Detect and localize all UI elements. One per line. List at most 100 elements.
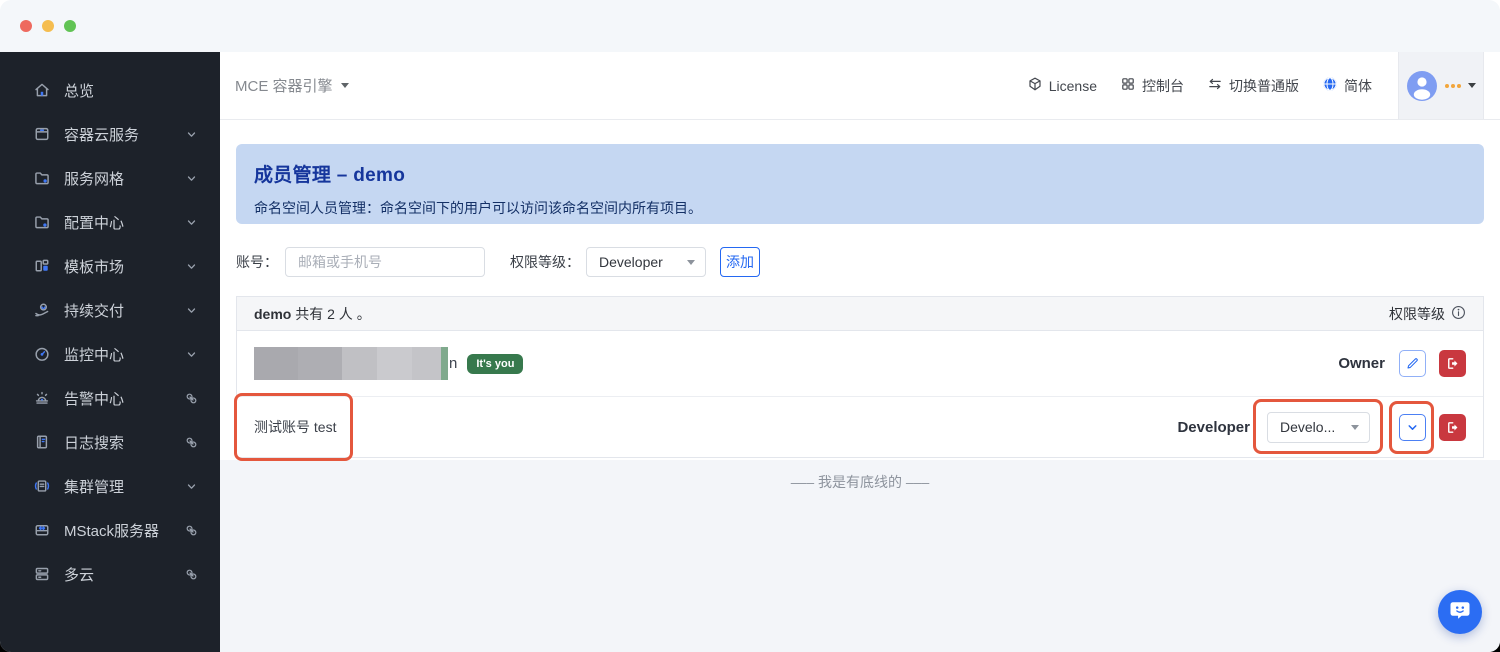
chevron-down-icon: [185, 172, 198, 185]
ellipsis-icon: [1444, 83, 1461, 88]
sidebar-item-label: 告警中心: [64, 390, 125, 408]
info-icon[interactable]: [1451, 305, 1466, 323]
sidebar-item-label: 总览: [64, 82, 95, 100]
role-label: 权限等级：: [510, 254, 580, 270]
folder-gear-icon: [33, 213, 51, 231]
sidebar: 总览 容器云服务 服务网格 配置中心 模板市场 持续交付 监控中心 告警中心 日…: [0, 52, 220, 652]
account-label: 账号：: [236, 254, 278, 270]
remove-member-button[interactable]: [1439, 413, 1466, 441]
sidebar-item-label: 多云: [64, 566, 95, 584]
select-caret-icon: [687, 259, 695, 265]
chevron-down-icon: [340, 83, 349, 88]
console-label: 控制台: [1142, 77, 1184, 94]
member-role-select[interactable]: Develo...: [1267, 411, 1370, 443]
main-content: 成员管理 – demo 命名空间人员管理：命名空间下的用户可以访问该命名空间内所…: [220, 120, 1500, 652]
page-banner: 成员管理 – demo 命名空间人员管理：命名空间下的用户可以访问该命名空间内所…: [236, 144, 1484, 224]
page-subtitle: 命名空间人员管理：命名空间下的用户可以访问该命名空间内所有项目。: [254, 200, 702, 216]
product-switcher-label: MCE 容器引擎: [235, 78, 333, 95]
external-link-icon: [185, 436, 198, 449]
member-name-fragment: n: [449, 355, 458, 372]
sidebar-item-label: 日志搜索: [64, 434, 125, 452]
license-button[interactable]: License: [1027, 76, 1097, 95]
edit-role-button[interactable]: [1399, 350, 1426, 377]
swap-arrows-icon: [1207, 76, 1223, 95]
delivery-hand-icon: [33, 301, 51, 319]
namespace-name: demo: [254, 305, 292, 322]
sidebar-item-config-center[interactable]: 配置中心: [0, 200, 220, 244]
folder-dot-icon: [33, 169, 51, 187]
chevron-down-icon: [185, 480, 198, 493]
switch-edition-label: 切换普通版: [1229, 77, 1299, 94]
end-of-list-note: ––– 我是有底线的 –––: [790, 474, 930, 490]
role-column-header: 权限等级: [1389, 304, 1466, 324]
sidebar-item-monitor-center[interactable]: 监控中心: [0, 332, 220, 376]
multicloud-servers-icon: [33, 565, 51, 583]
member-role: Developer: [1177, 418, 1250, 436]
chevron-down-icon: [1467, 83, 1476, 88]
table-row: 测试账号 test Developer Develo...: [234, 393, 1483, 461]
app-header: MCE 容器引擎 License 控制台 切换普通版 简体: [220, 52, 1500, 120]
external-link-icon: [185, 392, 198, 405]
sidebar-item-service-mesh[interactable]: 服务网格: [0, 156, 220, 200]
member-role-select-value: Develo...: [1280, 419, 1336, 435]
sidebar-item-multicloud[interactable]: 多云: [0, 552, 220, 596]
its-you-badge: It's you: [467, 353, 524, 374]
app-window: 总览 容器云服务 服务网格 配置中心 模板市场 持续交付 监控中心 告警中心 日…: [0, 0, 1500, 652]
remove-member-button[interactable]: [1439, 350, 1466, 377]
console-button[interactable]: 控制台: [1120, 76, 1184, 96]
chevron-down-icon: [185, 348, 198, 361]
expand-role-button[interactable]: [1399, 413, 1426, 441]
product-switcher[interactable]: MCE 容器引擎: [235, 75, 349, 96]
member-count-summary: demo 共有 2 人 。: [254, 305, 371, 322]
member-panel: 成员管理 – demo 命名空间人员管理：命名空间下的用户可以访问该命名空间内所…: [220, 120, 1500, 461]
gauge-icon: [33, 345, 51, 363]
sidebar-item-label: MStack服务器: [64, 522, 160, 540]
sidebar-item-label: 模板市场: [64, 258, 125, 276]
role-select[interactable]: Developer: [586, 247, 706, 277]
add-member-form: 账号： 权限等级： Developer 添加: [236, 247, 1484, 277]
home-icon: [33, 81, 51, 99]
sidebar-item-log-search[interactable]: 日志搜索: [0, 420, 220, 464]
chevron-down-icon: [185, 260, 198, 273]
license-label: License: [1048, 77, 1097, 94]
avatar: [1406, 70, 1437, 101]
zoom-button[interactable]: [64, 20, 76, 32]
sidebar-item-alert-center[interactable]: 告警中心: [0, 376, 220, 420]
close-button[interactable]: [20, 20, 32, 32]
member-role: Owner: [1338, 355, 1385, 372]
table-row: n It's you Owner: [237, 331, 1483, 397]
sidebar-item-label: 配置中心: [64, 214, 125, 232]
table-header: demo 共有 2 人 。 权限等级: [237, 297, 1483, 331]
switch-edition-button[interactable]: 切换普通版: [1207, 76, 1299, 96]
account-input[interactable]: [285, 247, 485, 277]
chevron-down-icon: [185, 128, 198, 141]
locale-button[interactable]: 简体: [1322, 76, 1372, 96]
select-caret-icon: [1351, 424, 1359, 430]
sidebar-item-label: 容器云服务: [64, 126, 140, 144]
external-link-icon: [185, 524, 198, 537]
globe-icon: [1322, 76, 1338, 95]
alarm-icon: [33, 389, 51, 407]
member-name: 测试账号 test: [254, 419, 337, 435]
sidebar-item-overview[interactable]: 总览: [0, 68, 220, 112]
console-grid-icon: [1120, 76, 1136, 95]
user-menu[interactable]: [1398, 52, 1484, 119]
template-icon: [33, 257, 51, 275]
sidebar-item-cluster-management[interactable]: 集群管理: [0, 464, 220, 508]
sidebar-item-template-market[interactable]: 模板市场: [0, 244, 220, 288]
cluster-icon: [33, 477, 51, 495]
minimize-button[interactable]: [42, 20, 54, 32]
support-chat-button[interactable]: [1438, 590, 1482, 634]
window-controls: [20, 20, 76, 32]
log-book-icon: [33, 433, 51, 451]
server-icon: [33, 521, 51, 539]
sidebar-item-continuous-delivery[interactable]: 持续交付: [0, 288, 220, 332]
member-table: demo 共有 2 人 。 权限等级 n It's you Owner 测试账号…: [234, 296, 1484, 461]
sidebar-item-mstack-server[interactable]: MStack服务器: [0, 508, 220, 552]
external-link-icon: [185, 568, 198, 581]
chevron-down-icon: [185, 216, 198, 229]
add-button[interactable]: 添加: [720, 247, 760, 277]
redacted-member-name: [254, 347, 448, 380]
sidebar-item-label: 监控中心: [64, 346, 125, 364]
sidebar-item-container-cloud[interactable]: 容器云服务: [0, 112, 220, 156]
